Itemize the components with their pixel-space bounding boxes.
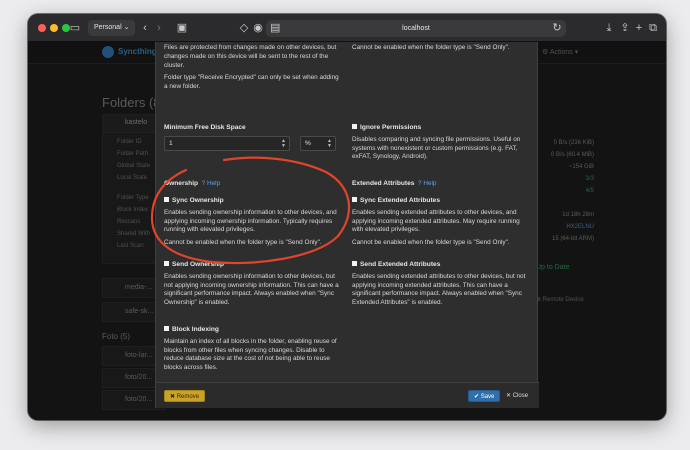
sync-extended-checkbox[interactable] xyxy=(352,197,357,202)
close-window-button[interactable] xyxy=(38,24,46,32)
send-only-note: Cannot be enabled when the folder type i… xyxy=(352,44,510,51)
edit-folder-modal: Files are protected from changes made on… xyxy=(155,42,539,408)
url-text: localhost xyxy=(402,25,430,32)
block-indexing-checkbox[interactable] xyxy=(164,326,169,331)
send-ownership-group: Send Ownership Enables sending ownership… xyxy=(164,261,342,308)
remove-button[interactable]: ✖ Remove xyxy=(164,390,206,402)
sync-extended-label: Sync Extended Attributes xyxy=(360,197,440,204)
ignore-permissions-text: Disables comparing and syncing file perm… xyxy=(352,135,521,161)
modal-body: Files are protected from changes made on… xyxy=(156,42,539,372)
remove-label: Remove xyxy=(176,394,200,400)
ignore-permissions-label: Ignore Permissions xyxy=(360,124,422,131)
block-indexing-label: Block Indexing xyxy=(172,326,219,333)
sync-ownership-text: Enables sending ownership information to… xyxy=(164,208,337,234)
min-disk-value: 1 xyxy=(169,140,173,147)
close-label: Close xyxy=(512,393,529,399)
page-icon: ▤ xyxy=(270,22,281,34)
folder-type-help: Files are protected from changes made on… xyxy=(164,44,342,92)
block-indexing-text: Maintain an index of all blocks in the f… xyxy=(164,337,337,372)
send-extended-label: Send Extended Attributes xyxy=(360,261,441,268)
sidebar-toggle-icon[interactable]: ▭ xyxy=(68,20,82,36)
sync-ownership-checkbox[interactable] xyxy=(164,197,169,202)
send-ownership-checkbox[interactable] xyxy=(164,261,169,266)
ownership-heading: Ownership ? Help xyxy=(164,180,342,189)
send-ownership-label: Send Ownership xyxy=(172,261,225,268)
send-ownership-text: Enables sending ownership information to… xyxy=(164,272,339,307)
extension-icon[interactable]: ◇ xyxy=(238,20,250,36)
privacy-icon[interactable]: ◉ xyxy=(252,20,264,36)
save-label: Save xyxy=(480,394,495,400)
browser-toolbar: ▭ Personal ⌄ ‹ › ▣ ◇ ◉ localhost ▤ ↻ ⤓ ⇪… xyxy=(28,14,666,42)
ownership-help-label: Help xyxy=(206,180,221,187)
sync-ownership-note: Cannot be enabled when the folder type i… xyxy=(164,239,322,247)
minimize-window-button[interactable] xyxy=(50,24,58,32)
check-icon: ✔ xyxy=(474,394,480,400)
select-arrows-icon: ▲ ▼ xyxy=(327,138,332,149)
extended-help-link[interactable]: ? Help xyxy=(416,180,437,187)
modal-footer: ✖ Remove ✔ Save ✕ Close xyxy=(156,382,539,408)
address-bar[interactable]: localhost xyxy=(266,20,566,37)
min-disk-label: Minimum Free Disk Space xyxy=(164,124,342,133)
extended-help-label: Help xyxy=(423,180,437,187)
browser-window: ▭ Personal ⌄ ‹ › ▣ ◇ ◉ localhost ▤ ↻ ⤓ ⇪… xyxy=(28,14,666,420)
min-disk-input[interactable]: 1 ▲ ▼ xyxy=(164,136,290,151)
block-indexing-group: Block Indexing Maintain an index of all … xyxy=(164,326,342,372)
folder-type-description: Files are protected from changes made on… xyxy=(164,44,337,69)
reload-icon[interactable]: ↻ xyxy=(552,20,562,36)
sync-extended-text: Enables sending extended attributes to o… xyxy=(352,208,520,234)
min-disk-unit: % xyxy=(305,140,311,147)
downloads-icon[interactable]: ⤓ xyxy=(604,20,614,36)
min-disk-unit-select[interactable]: % ▲ ▼ xyxy=(300,136,336,151)
share-icon[interactable]: ⇪ xyxy=(620,20,630,36)
receive-encrypted-note: Folder type "Receive Encrypted" can only… xyxy=(164,74,339,91)
extended-attributes-label: Extended Attributes xyxy=(352,180,415,187)
send-extended-text: Enables sending extended attributes to o… xyxy=(352,272,526,307)
save-button[interactable]: ✔ Save xyxy=(468,390,501,402)
help-icon: ? xyxy=(417,180,422,187)
ownership-help-link[interactable]: ? Help xyxy=(200,180,221,187)
tab-overview-icon[interactable]: ⧉ xyxy=(648,20,658,36)
sync-extended-group: Sync Extended Attributes Enables sending… xyxy=(352,197,530,248)
profile-selector[interactable]: Personal ⌄ xyxy=(88,20,136,36)
help-icon: ? xyxy=(201,180,206,187)
tab-favicon-icon[interactable]: ▣ xyxy=(176,20,188,36)
ignore-permissions-checkbox[interactable] xyxy=(352,124,357,129)
sync-extended-note: Cannot be enabled when the folder type i… xyxy=(352,239,510,247)
new-tab-icon[interactable]: + xyxy=(634,20,644,36)
send-extended-checkbox[interactable] xyxy=(352,261,357,266)
ownership-label: Ownership xyxy=(164,180,199,187)
min-disk-label-text: Minimum Free Disk Space xyxy=(164,124,246,131)
sync-ownership-group: Sync Ownership Enables sending ownership… xyxy=(164,197,342,248)
close-button[interactable]: ✕ Close xyxy=(501,390,533,402)
forward-icon[interactable]: › xyxy=(154,20,164,36)
stepper-icon[interactable]: ▲ ▼ xyxy=(281,139,286,149)
close-icon: ✕ xyxy=(506,393,512,399)
send-extended-group: Send Extended Attributes Enables sending… xyxy=(352,261,530,308)
extended-attributes-heading: Extended Attributes ? Help xyxy=(352,180,530,189)
profile-label: Personal xyxy=(94,24,122,31)
trash-icon: ✖ xyxy=(170,394,176,400)
ignore-permissions-group: Ignore Permissions Disables comparing an… xyxy=(352,124,530,162)
sync-ownership-label: Sync Ownership xyxy=(172,197,224,204)
back-icon[interactable]: ‹ xyxy=(140,20,150,36)
